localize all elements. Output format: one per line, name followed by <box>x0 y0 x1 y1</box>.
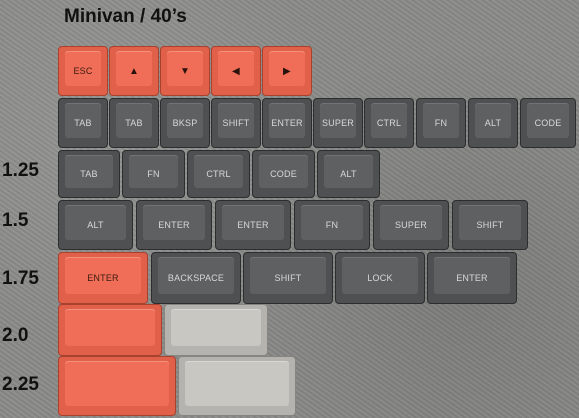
row-label-1-75: 1.75 <box>2 268 39 289</box>
blank-gray-keycap-2-25u <box>178 356 296 416</box>
esc-keycap: ESC <box>58 46 108 96</box>
super-keycap: SUPER <box>313 98 363 148</box>
alt-keycap: ALT <box>58 200 133 250</box>
keycap-legend: BKSP <box>172 118 198 128</box>
alt-keycap: ALT <box>468 98 518 148</box>
row-label-1-5: 1.5 <box>2 210 29 231</box>
blank-red-keycap-2-25u <box>58 356 176 416</box>
ctrl-keycap: CTRL <box>187 150 250 198</box>
keycap-legend: FN <box>147 169 160 179</box>
keycap-legend: CODE <box>534 118 562 128</box>
right-keycap: ▶ <box>262 46 312 96</box>
keycap-legend: TAB <box>80 169 98 179</box>
blank-gray-keycap-2u <box>164 304 268 356</box>
tab-keycap: TAB <box>58 98 108 148</box>
bksp-keycap: BKSP <box>160 98 210 148</box>
keycap-legend: ENTER <box>237 220 269 230</box>
fn-keycap: FN <box>122 150 185 198</box>
keycap-legend: ENTER <box>87 273 119 283</box>
keycap-legend: TAB <box>125 118 143 128</box>
fn-keycap: FN <box>294 200 370 250</box>
enter-keycap: ENTER <box>136 200 212 250</box>
shift-keycap: SHIFT <box>211 98 261 148</box>
row-label-2-0: 2.0 <box>2 325 29 346</box>
keycap-legend: ENTER <box>158 220 190 230</box>
keycap-legend: ALT <box>87 220 104 230</box>
keycap-legend: SHIFT <box>222 118 250 128</box>
enter-keycap: ENTER <box>58 252 148 304</box>
keycap-legend: FN <box>434 118 448 128</box>
keycap-legend: CTRL <box>376 118 402 128</box>
blank-red-keycap-2u <box>58 304 162 356</box>
keycap-legend: ENTER <box>456 273 488 283</box>
shift-keycap: SHIFT <box>243 252 333 304</box>
keycap-legend: SUPER <box>321 118 354 128</box>
row-label-2-25: 2.25 <box>2 374 39 395</box>
backspace-keycap: BACKSPACE <box>151 252 241 304</box>
keycap-legend: LOCK <box>367 273 393 283</box>
keycap-legend: SHIFT <box>476 220 504 230</box>
keycap-legend: SUPER <box>394 220 427 230</box>
super-keycap: SUPER <box>373 200 449 250</box>
row-label-1-25: 1.25 <box>2 160 39 181</box>
page-title: Minivan / 40’s <box>64 6 187 27</box>
arrow-right-icon: ▶ <box>283 65 291 77</box>
code-keycap: CODE <box>520 98 576 148</box>
down-keycap: ▼ <box>160 46 210 96</box>
ctrl-keycap: CTRL <box>364 98 414 148</box>
arrow-left-icon: ◀ <box>232 65 240 77</box>
enter-keycap: ENTER <box>262 98 312 148</box>
enter-keycap: ENTER <box>427 252 517 304</box>
fn-keycap: FN <box>416 98 466 148</box>
keycap-legend: ALT <box>340 169 357 179</box>
alt-keycap: ALT <box>317 150 380 198</box>
keycap-legend: FN <box>325 220 339 230</box>
keycap-legend: ESC <box>73 66 93 76</box>
up-keycap: ▲ <box>109 46 159 96</box>
left-keycap: ◀ <box>211 46 261 96</box>
tab-keycap: TAB <box>109 98 159 148</box>
arrow-up-icon: ▲ <box>128 65 140 77</box>
tab-keycap: TAB <box>58 150 120 198</box>
shift-keycap: SHIFT <box>452 200 528 250</box>
enter-keycap: ENTER <box>215 200 291 250</box>
keycap-legend: SHIFT <box>274 273 302 283</box>
arrow-down-icon: ▼ <box>179 65 191 77</box>
keycap-legend: BACKSPACE <box>167 273 225 283</box>
keycap-legend: CTRL <box>206 169 231 179</box>
code-keycap: CODE <box>252 150 315 198</box>
keycap-legend: ALT <box>484 118 502 128</box>
keycap-legend: CODE <box>270 169 297 179</box>
lock-keycap: LOCK <box>335 252 425 304</box>
keycap-legend: TAB <box>74 118 92 128</box>
keycap-legend: ENTER <box>271 118 303 128</box>
